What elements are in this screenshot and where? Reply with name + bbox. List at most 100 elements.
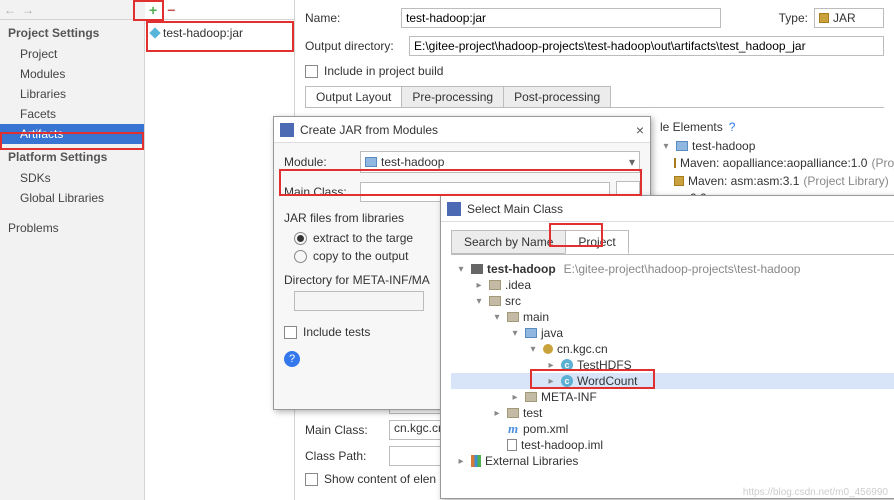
maven-icon: m xyxy=(507,423,519,435)
tree-node-testhdfs[interactable]: ▸ c TestHDFS xyxy=(451,357,894,373)
nav-history-bar: ← → xyxy=(0,0,145,20)
sidebar-item-artifacts[interactable]: Artifacts xyxy=(0,124,144,144)
tab-project[interactable]: Project xyxy=(565,230,628,254)
add-artifact-icon[interactable]: + xyxy=(149,2,157,18)
sidebar-item-facets[interactable]: Facets xyxy=(0,104,144,124)
project-settings-heading: Project Settings xyxy=(0,20,144,44)
chevron-right-icon[interactable]: ▸ xyxy=(509,392,521,403)
help-icon[interactable]: ? xyxy=(284,351,300,367)
chevron-down-icon: ▾ xyxy=(629,155,635,169)
settings-sidebar: Project Settings Project Modules Librari… xyxy=(0,20,145,500)
main-class-label: Main Class: xyxy=(284,185,354,199)
chevron-right-icon[interactable]: ▸ xyxy=(545,360,557,371)
tree-node-package[interactable]: ▾ cn.kgc.cn xyxy=(451,341,894,357)
sidebar-item-modules[interactable]: Modules xyxy=(0,64,144,84)
project-icon xyxy=(471,264,483,274)
output-directory-input[interactable] xyxy=(409,36,884,56)
artifact-tabs: Output Layout Pre-processing Post-proces… xyxy=(305,86,884,108)
artifact-name-input[interactable] xyxy=(401,8,721,28)
file-icon xyxy=(507,439,517,451)
tree-node-pom[interactable]: ▸ m pom.xml xyxy=(451,421,894,437)
tree-node-src[interactable]: ▾ src xyxy=(451,293,894,309)
library-icon xyxy=(674,176,684,186)
help-link[interactable]: ? xyxy=(729,120,736,134)
tab-pre-processing[interactable]: Pre-processing xyxy=(401,86,504,107)
forward-icon[interactable]: → xyxy=(22,3,34,17)
tab-output-layout[interactable]: Output Layout xyxy=(305,86,402,107)
dialog-app-icon xyxy=(447,202,461,216)
tree-node-metainf[interactable]: ▸ META-INF xyxy=(451,389,894,405)
chevron-right-icon[interactable]: ▸ xyxy=(545,376,557,387)
module-folder-icon xyxy=(365,157,377,167)
available-elements-label: le Elements xyxy=(660,120,723,134)
select-class-tabs: Search by Name Project xyxy=(441,222,894,254)
tree-node-wordcount[interactable]: ▸ c WordCount xyxy=(451,373,894,389)
tree-node-iml[interactable]: ▸ test-hadoop.iml xyxy=(451,437,894,453)
metainf-dir-input[interactable] xyxy=(294,291,424,311)
folder-icon xyxy=(507,312,519,322)
tree-node-test[interactable]: ▸ test xyxy=(451,405,894,421)
sidebar-item-project[interactable]: Project xyxy=(0,44,144,64)
sidebar-item-sdks[interactable]: SDKs xyxy=(0,168,144,188)
class-icon: c xyxy=(561,359,573,371)
jar-archive-icon xyxy=(819,13,829,23)
chevron-right-icon[interactable]: ▸ xyxy=(473,280,485,291)
library-item-aopalliance[interactable]: Maven: aopalliance:aopalliance:1.0 (Proj… xyxy=(654,154,894,172)
folder-icon xyxy=(525,392,537,402)
include-in-build-label: Include in project build xyxy=(324,64,443,78)
dialog-app-icon xyxy=(280,123,294,137)
external-libraries-icon xyxy=(471,455,481,467)
include-in-build-checkbox[interactable] xyxy=(305,65,318,78)
chevron-down-icon[interactable]: ▾ xyxy=(660,141,672,152)
select-main-class-dialog: Select Main Class × Search by Name Proje… xyxy=(440,195,894,499)
chevron-down-icon[interactable]: ▾ xyxy=(473,296,485,307)
package-icon xyxy=(543,344,553,354)
tree-node-idea[interactable]: ▸ .idea xyxy=(451,277,894,293)
close-icon[interactable]: × xyxy=(636,122,644,138)
main-class-label-bottom: Main Class: xyxy=(305,423,383,437)
chevron-right-icon[interactable]: ▸ xyxy=(455,456,467,467)
dialog-titlebar[interactable]: Create JAR from Modules × xyxy=(274,117,650,143)
include-tests-checkbox[interactable] xyxy=(284,326,297,339)
sidebar-item-global-libraries[interactable]: Global Libraries xyxy=(0,188,144,208)
artifacts-toolbar: + − xyxy=(145,0,294,20)
chevron-down-icon[interactable]: ▾ xyxy=(455,264,467,275)
name-label: Name: xyxy=(305,11,395,25)
watermark: https://blog.csdn.net/m0_456990 xyxy=(743,487,888,498)
library-item-asm[interactable]: Maven: asm:asm:3.1 (Project Library) xyxy=(654,172,894,190)
chevron-down-icon[interactable]: ▾ xyxy=(509,328,521,339)
folder-icon xyxy=(489,280,501,290)
include-tests-label: Include tests xyxy=(303,325,370,339)
source-folder-icon xyxy=(525,328,537,338)
artifact-type-select[interactable]: JAR xyxy=(814,8,884,28)
chevron-down-icon[interactable]: ▾ xyxy=(527,344,539,355)
class-path-label: Class Path: xyxy=(305,449,383,463)
module-icon xyxy=(676,141,688,151)
remove-artifact-icon[interactable]: − xyxy=(167,2,175,18)
type-label: Type: xyxy=(779,11,808,25)
available-module-label[interactable]: test-hadoop xyxy=(692,139,755,153)
dialog2-titlebar[interactable]: Select Main Class × xyxy=(441,196,894,222)
class-icon: c xyxy=(561,375,573,387)
sidebar-item-problems[interactable]: Problems xyxy=(0,218,144,238)
folder-icon xyxy=(507,408,519,418)
artifact-diamond-icon xyxy=(149,27,160,38)
tree-node-external-libraries[interactable]: ▸ External Libraries xyxy=(451,453,894,469)
tab-search-by-name[interactable]: Search by Name xyxy=(451,230,566,254)
sidebar-item-libraries[interactable]: Libraries xyxy=(0,84,144,104)
dialog-title-text: Create JAR from Modules xyxy=(300,123,438,137)
tree-node-root[interactable]: ▾ test-hadoop E:\gitee-project\hadoop-pr… xyxy=(451,261,894,277)
module-select[interactable]: test-hadoop ▾ xyxy=(360,151,640,173)
project-tree: ▾ test-hadoop E:\gitee-project\hadoop-pr… xyxy=(451,254,894,490)
library-icon xyxy=(674,158,676,168)
tab-post-processing[interactable]: Post-processing xyxy=(503,86,611,107)
show-content-checkbox[interactable] xyxy=(305,473,318,486)
outdir-label: Output directory: xyxy=(305,39,403,53)
tree-node-java[interactable]: ▾ java xyxy=(451,325,894,341)
artifact-node-test-hadoop-jar[interactable]: test-hadoop:jar xyxy=(145,20,294,46)
tree-node-main[interactable]: ▾ main xyxy=(451,309,894,325)
chevron-right-icon[interactable]: ▸ xyxy=(491,408,503,419)
artifact-type-value: JAR xyxy=(833,11,856,25)
chevron-down-icon[interactable]: ▾ xyxy=(491,312,503,323)
back-icon[interactable]: ← xyxy=(4,3,16,17)
